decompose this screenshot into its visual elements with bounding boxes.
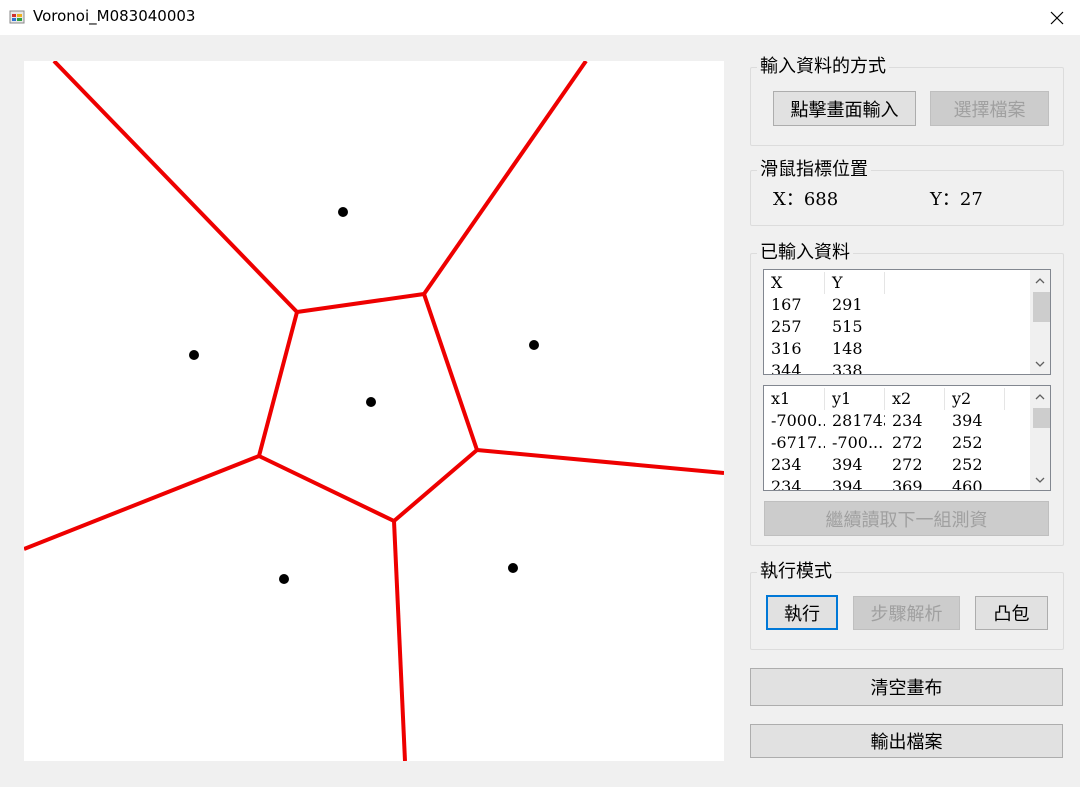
list-cell: 234	[771, 455, 802, 474]
column-header-y[interactable]: Y	[825, 272, 885, 294]
list-item[interactable]: 234 394 369 460	[764, 476, 1030, 491]
list-cell: 252	[952, 433, 983, 452]
list-item[interactable]: -6717... -700... 272 252	[764, 432, 1030, 454]
window-title: Voronoi_M083040003	[33, 7, 196, 25]
export-file-button[interactable]: 輸出檔案	[750, 724, 1063, 758]
site-point	[508, 563, 518, 573]
points-list[interactable]: X Y 167 291 257 515 316 148 344 338	[763, 269, 1051, 375]
next-set-button[interactable]: 繼續讀取下一組測資	[764, 501, 1049, 536]
list-cell: 369	[892, 477, 923, 491]
scroll-up-icon[interactable]	[1030, 388, 1050, 405]
title-bar: Voronoi_M083040003	[0, 0, 1080, 35]
voronoi-edge	[476, 448, 724, 475]
list-item[interactable]: 234 394 272 252	[764, 454, 1030, 476]
edges-list-header: x1 y1 x2 y2	[764, 388, 1030, 410]
column-header-y2[interactable]: y2	[945, 388, 1005, 410]
list-cell: 394	[832, 477, 863, 491]
list-cell: 344	[771, 361, 802, 375]
list-item[interactable]: -7000... 281743 234 394	[764, 410, 1030, 432]
list-cell: 291	[832, 295, 863, 314]
edges-scrollbar[interactable]	[1030, 386, 1050, 490]
column-header-x[interactable]: X	[764, 272, 825, 294]
run-mode-title: 執行模式	[757, 561, 835, 583]
list-cell: 148	[832, 339, 863, 358]
select-file-button[interactable]: 選擇檔案	[930, 91, 1049, 126]
column-header-x1[interactable]: x1	[764, 388, 825, 410]
list-cell: 252	[952, 455, 983, 474]
scroll-down-icon[interactable]	[1030, 355, 1050, 372]
scroll-up-icon[interactable]	[1030, 272, 1050, 289]
scroll-down-icon[interactable]	[1030, 471, 1050, 488]
list-item[interactable]: 344 338	[764, 360, 1030, 375]
list-cell: 257	[771, 317, 802, 336]
voronoi-edge	[392, 520, 407, 761]
site-point	[338, 207, 348, 217]
list-cell: 338	[832, 361, 863, 375]
voronoi-edge	[422, 293, 479, 451]
edges-list[interactable]: x1 y1 x2 y2 -7000...281743234394-6717...…	[763, 385, 1051, 491]
voronoi-edge	[422, 61, 588, 296]
list-cell: 394	[832, 455, 863, 474]
app-icon	[9, 10, 25, 24]
close-icon	[1050, 11, 1064, 24]
click-input-button[interactable]: 點擊畫面輸入	[773, 91, 916, 126]
entered-data-title: 已輸入資料	[757, 242, 853, 264]
list-item[interactable]: 257 515	[764, 316, 1030, 338]
column-header-x2[interactable]: x2	[885, 388, 945, 410]
voronoi-edge	[52, 61, 299, 314]
list-cell: 515	[832, 317, 863, 336]
voronoi-edge	[24, 454, 260, 551]
mouse-y-label: Y：27	[930, 189, 983, 210]
scroll-thumb[interactable]	[1033, 408, 1050, 428]
voronoi-diagram	[24, 61, 724, 761]
list-cell: 167	[771, 295, 802, 314]
voronoi-edge	[257, 311, 299, 457]
site-point	[366, 397, 376, 407]
column-header-y1[interactable]: y1	[825, 388, 885, 410]
voronoi-edge	[258, 454, 395, 523]
step-button[interactable]: 步驟解析	[853, 596, 960, 630]
points-scrollbar[interactable]	[1030, 270, 1050, 374]
clear-canvas-button[interactable]: 清空畫布	[750, 668, 1063, 706]
points-list-header: X Y	[764, 272, 1030, 294]
scroll-thumb[interactable]	[1033, 292, 1050, 322]
list-cell: 281743	[832, 411, 885, 430]
site-point	[279, 574, 289, 584]
list-cell: 234	[771, 477, 802, 491]
close-button[interactable]	[1034, 0, 1080, 35]
list-cell: 316	[771, 339, 802, 358]
list-cell: 272	[892, 433, 923, 452]
list-cell: 460	[952, 477, 983, 491]
list-item[interactable]: 167 291	[764, 294, 1030, 316]
run-button[interactable]: 執行	[766, 595, 838, 630]
list-cell: -7000...	[771, 411, 825, 430]
list-cell: 272	[892, 455, 923, 474]
input-method-title: 輸入資料的方式	[757, 56, 889, 78]
site-point	[529, 340, 539, 350]
mouse-position-title: 滑鼠指標位置	[757, 159, 871, 181]
voronoi-edge	[392, 448, 479, 523]
convex-hull-button[interactable]: 凸包	[975, 596, 1048, 630]
voronoi-edge	[296, 292, 425, 314]
list-cell: 394	[952, 411, 983, 430]
list-cell: -700...	[832, 433, 884, 452]
mouse-x-label: X：688	[773, 189, 839, 210]
list-cell: -6717...	[771, 433, 825, 452]
list-cell: 234	[892, 411, 923, 430]
drawing-canvas[interactable]	[24, 61, 724, 761]
list-item[interactable]: 316 148	[764, 338, 1030, 360]
site-point	[189, 350, 199, 360]
